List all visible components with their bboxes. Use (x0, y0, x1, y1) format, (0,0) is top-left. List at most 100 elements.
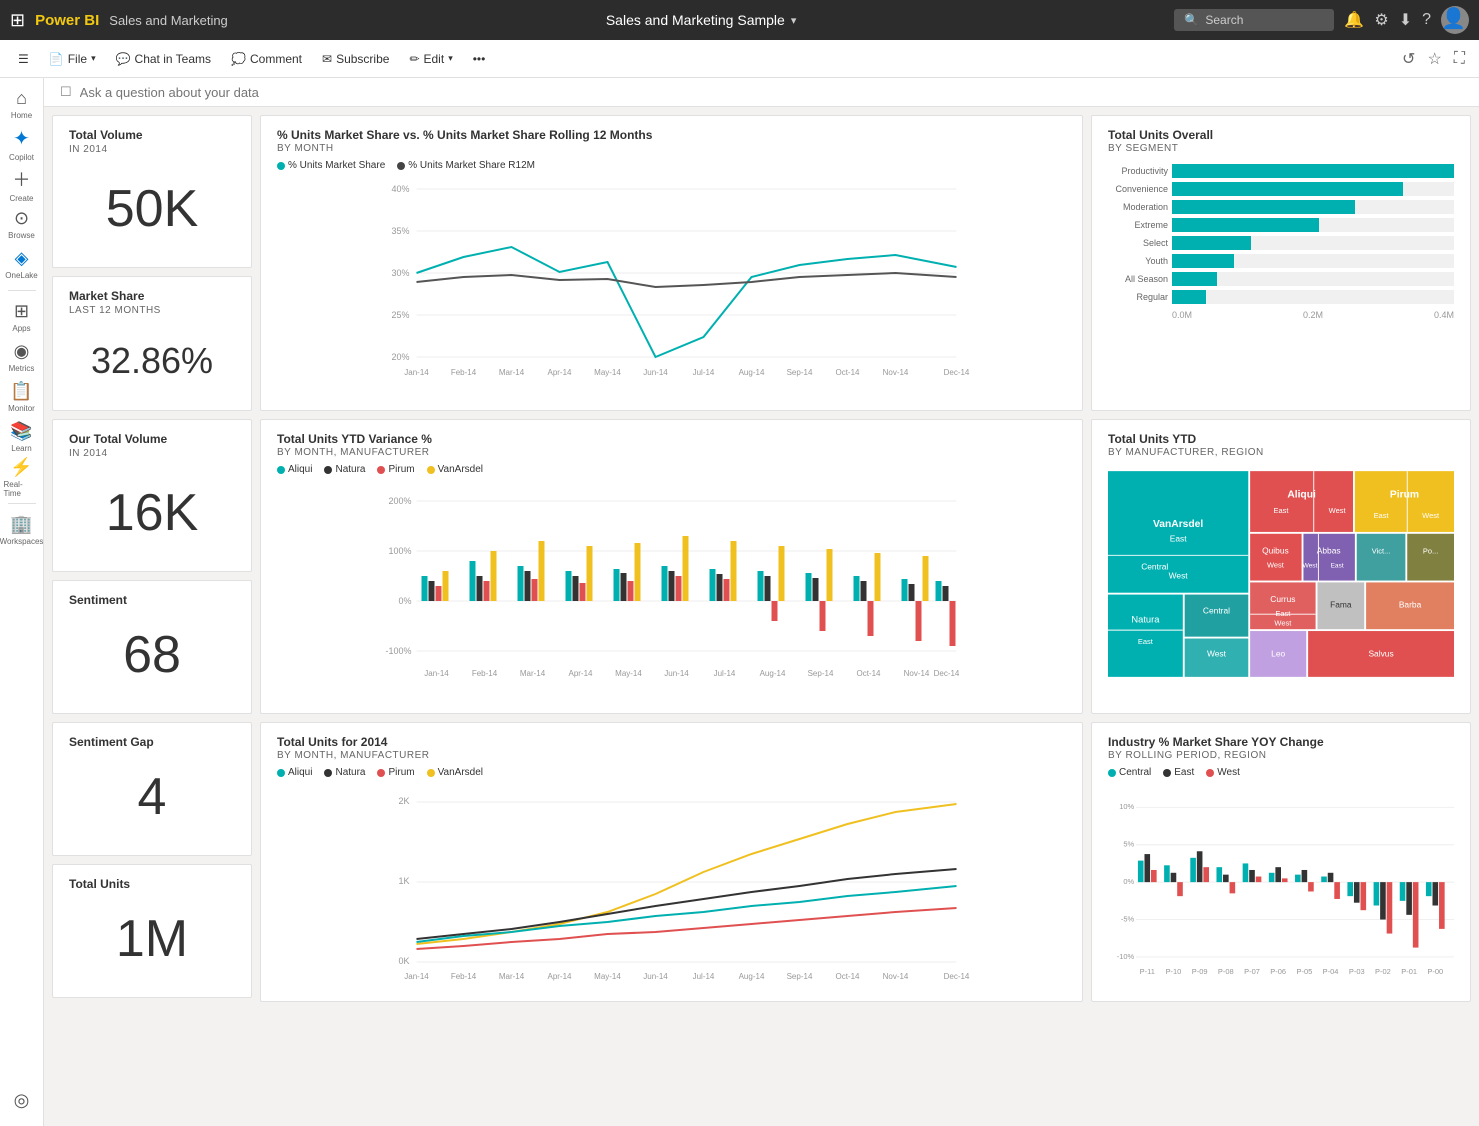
waffle-icon[interactable]: ⊞ (10, 10, 25, 31)
ytd-variance-subtitle: BY MONTH, MANUFACTURER (277, 447, 1066, 458)
legend-item-r12m: % Units Market Share R12M (397, 160, 535, 171)
legend2-vanarsdel: VanArsdel (427, 767, 483, 778)
left-sidebar: ⌂ Home ✦ Copilot ＋ Create ⊙ Browse ◈ One… (0, 78, 44, 1126)
more-options-button[interactable]: ••• (465, 48, 494, 70)
comment-button[interactable]: 💭 Comment (223, 48, 310, 70)
copilot-icon: ✦ (13, 126, 30, 151)
sentiment-gap-title: Sentiment Gap (69, 735, 235, 749)
svg-text:Aug-14: Aug-14 (739, 368, 765, 377)
app-title: Sales and Marketing (109, 13, 228, 28)
svg-text:P-07: P-07 (1244, 967, 1260, 976)
favorite-icon[interactable]: ☆ (1423, 45, 1445, 73)
sidebar-item-copilot[interactable]: ✦ Copilot (4, 126, 40, 162)
search-box[interactable]: 🔍 Search (1174, 9, 1334, 31)
total-volume-title: Total Volume (69, 128, 235, 142)
sidebar-item-workspaces[interactable]: 🏢 Workspaces (4, 512, 40, 548)
sidebar-divider-2 (8, 503, 36, 504)
left-metrics-row1: Total Volume IN 2014 50K Market Share LA… (52, 115, 252, 411)
learn-icon: 📚 (10, 421, 32, 442)
subscribe-button[interactable]: ✉ Subscribe (314, 48, 397, 70)
legend-pirum: Pirum (377, 464, 414, 475)
chat-in-teams-button[interactable]: 💬 Chat in Teams (108, 48, 219, 70)
hamburger-button[interactable]: ☰ (10, 48, 37, 70)
notification-icon[interactable]: 🔔 (1344, 10, 1364, 30)
industry-market-share-chart: Industry % Market Share YOY Change BY RO… (1091, 722, 1471, 1002)
svg-text:East: East (1331, 562, 1344, 569)
svg-text:0%: 0% (1123, 877, 1134, 886)
sidebar-item-create[interactable]: ＋ Create (4, 166, 40, 202)
more-icon: ••• (473, 52, 486, 66)
sidebar-item-monitor[interactable]: 📋 Monitor (4, 379, 40, 415)
sentiment-gap-value: 4 (69, 751, 235, 843)
svg-text:Mar-14: Mar-14 (499, 972, 525, 981)
apps-icon: ⊞ (14, 301, 29, 322)
sidebar-item-realtime[interactable]: ⚡ Real-Time (4, 459, 40, 495)
comment-icon: 💭 (231, 52, 246, 66)
sidebar-item-apps[interactable]: ⊞ Apps (4, 299, 40, 335)
total-units-overall-title: Total Units Overall (1108, 128, 1454, 142)
svg-text:5%: 5% (1123, 840, 1134, 849)
svg-text:-5%: -5% (1121, 914, 1135, 923)
svg-text:P-04: P-04 (1323, 967, 1339, 976)
ytd-variance-chart: Total Units YTD Variance % BY MONTH, MAN… (260, 419, 1083, 714)
svg-text:Central: Central (1203, 605, 1230, 615)
svg-text:May-14: May-14 (594, 972, 621, 981)
file-icon: 📄 (49, 52, 64, 66)
edit-button[interactable]: ✏ Edit ▾ (401, 48, 460, 70)
sidebar-item-home[interactable]: ⌂ Home (4, 86, 40, 122)
svg-text:West: West (1267, 560, 1285, 569)
report-title-chevron[interactable]: ▾ (791, 14, 797, 27)
market-share-legend: % Units Market Share % Units Market Shar… (277, 160, 1066, 171)
home-icon: ⌂ (16, 88, 27, 109)
svg-text:Feb-14: Feb-14 (451, 972, 477, 981)
svg-text:10%: 10% (1119, 802, 1134, 811)
help-icon[interactable]: ? (1422, 11, 1431, 29)
download-icon[interactable]: ⬇ (1399, 10, 1412, 30)
qa-icon: ☐ (60, 84, 72, 100)
industry-legend: Central East West (1108, 767, 1454, 778)
market-share-subtitle: LAST 12 MONTHS (69, 305, 235, 316)
sidebar-item-profile[interactable]: ◎ (4, 1082, 40, 1118)
dot2-vanarsdel (427, 769, 435, 777)
svg-text:Jul-14: Jul-14 (693, 972, 715, 981)
legend-aliqui: Aliqui (277, 464, 312, 475)
svg-text:100%: 100% (388, 546, 411, 556)
industry-svg: 10% 5% 0% -5% -10% (1108, 784, 1454, 984)
hbar-row-allseason: All Season (1108, 272, 1454, 286)
file-button[interactable]: 📄 File ▾ (41, 48, 104, 70)
qa-bar: ☐ (44, 78, 1479, 107)
sidebar-item-browse[interactable]: ⊙ Browse (4, 206, 40, 242)
onelake-icon: ◈ (15, 248, 29, 269)
legend2-aliqui: Aliqui (277, 767, 312, 778)
hbar-row-youth: Youth (1108, 254, 1454, 268)
svg-text:Dec-14: Dec-14 (944, 368, 970, 377)
browse-icon: ⊙ (14, 208, 29, 229)
svg-text:Mar-14: Mar-14 (520, 669, 546, 678)
file-label: File (68, 52, 87, 66)
user-avatar[interactable]: 👤 (1441, 6, 1469, 34)
hbar-row-moderation: Moderation (1108, 200, 1454, 214)
svg-text:VanArsdel: VanArsdel (1153, 519, 1203, 530)
svg-text:Currus: Currus (1270, 594, 1295, 604)
svg-text:25%: 25% (391, 310, 409, 320)
powerbi-logo: Power BI (35, 12, 99, 29)
svg-text:20%: 20% (391, 352, 409, 362)
sidebar-item-learn[interactable]: 📚 Learn (4, 419, 40, 455)
total-units-2014-title: Total Units for 2014 (277, 735, 1066, 749)
comment-label: Comment (250, 52, 302, 66)
svg-text:0K: 0K (398, 956, 409, 966)
qa-input[interactable] (80, 85, 1463, 100)
ytd-variance-svg: 200% 100% 0% -100% (277, 481, 1066, 681)
monitor-icon: 📋 (10, 381, 32, 402)
create-icon: ＋ (13, 166, 31, 192)
hbar-row-convenience: Convenience (1108, 182, 1454, 196)
refresh-icon[interactable]: ↺ (1398, 45, 1419, 73)
sidebar-item-metrics[interactable]: ◉ Metrics (4, 339, 40, 375)
market-share-chart-title: % Units Market Share vs. % Units Market … (277, 128, 1066, 142)
svg-text:Pirum: Pirum (1390, 489, 1419, 500)
fullscreen-icon[interactable]: ⛶ (1450, 46, 1469, 72)
sidebar-item-onelake[interactable]: ◈ OneLake (4, 246, 40, 282)
market-share-title: Market Share (69, 289, 235, 303)
legend-item-market-share: % Units Market Share (277, 160, 385, 171)
settings-icon[interactable]: ⚙ (1374, 10, 1388, 30)
